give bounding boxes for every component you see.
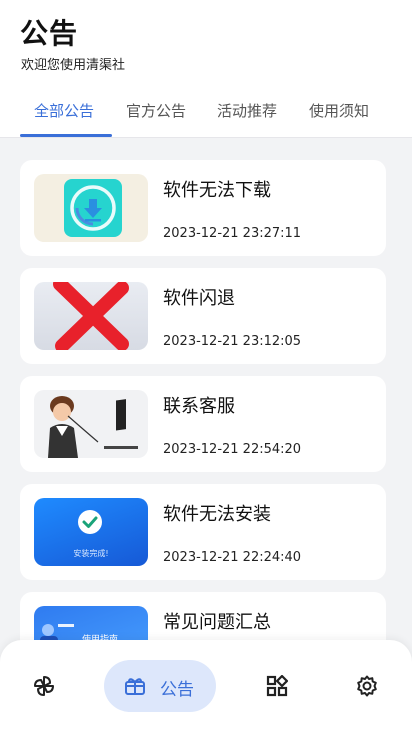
- gift-box-icon: [125, 678, 145, 695]
- nav-apps[interactable]: [256, 640, 296, 732]
- tab-bar: 全部公告 官方公告 活动推荐 使用须知: [0, 92, 412, 138]
- announcement-time: 2023-12-21 23:27:11: [163, 226, 302, 241]
- nav-announcements-label: 公告: [160, 680, 194, 700]
- page-title: 公告: [20, 17, 79, 50]
- announcement-title: 软件闪退: [163, 288, 235, 309]
- announcement-title: 常见问题汇总: [163, 612, 271, 633]
- download-icon: [34, 174, 148, 242]
- tab-events[interactable]: 活动推荐: [217, 100, 277, 121]
- pinwheel-icon: [34, 676, 54, 696]
- bottom-navigation: 公告: [0, 640, 412, 732]
- announcement-title: 联系客服: [163, 396, 235, 417]
- announcement-title: 软件无法安装: [163, 504, 271, 525]
- announcement-time: 2023-12-21 22:54:20: [163, 442, 302, 457]
- announcement-card[interactable]: 安装完成! 软件无法安装 2023-12-21 22:24:40: [20, 484, 386, 580]
- customer-service-illustration: [34, 390, 148, 458]
- page-subtitle: 欢迎您使用清渠社: [21, 58, 126, 73]
- grid-icon: [266, 675, 288, 697]
- tab-usage-notes[interactable]: 使用须知: [309, 100, 369, 121]
- check-icon: 安装完成!: [34, 498, 148, 566]
- tab-all[interactable]: 全部公告: [34, 100, 94, 121]
- announcement-time: 2023-12-21 23:12:05: [163, 334, 302, 349]
- announcement-time: 2023-12-21 22:24:40: [163, 550, 302, 565]
- announcement-card[interactable]: 软件无法下载 2023-12-21 23:27:11: [20, 160, 386, 256]
- gear-icon: [357, 675, 377, 697]
- announcement-card[interactable]: 软件闪退 2023-12-21 23:12:05: [20, 268, 386, 364]
- announcement-title: 软件无法下载: [163, 180, 271, 201]
- red-x-icon: [34, 282, 148, 350]
- page-header: 公告 欢迎您使用清渠社 全部公告 官方公告 活动推荐 使用须知: [0, 0, 412, 138]
- announcement-card[interactable]: 联系客服 2023-12-21 22:54:20: [20, 376, 386, 472]
- nav-settings[interactable]: [346, 640, 386, 732]
- thumb-text: 安装完成!: [73, 549, 109, 558]
- tab-official[interactable]: 官方公告: [126, 100, 186, 121]
- nav-home[interactable]: [24, 640, 64, 732]
